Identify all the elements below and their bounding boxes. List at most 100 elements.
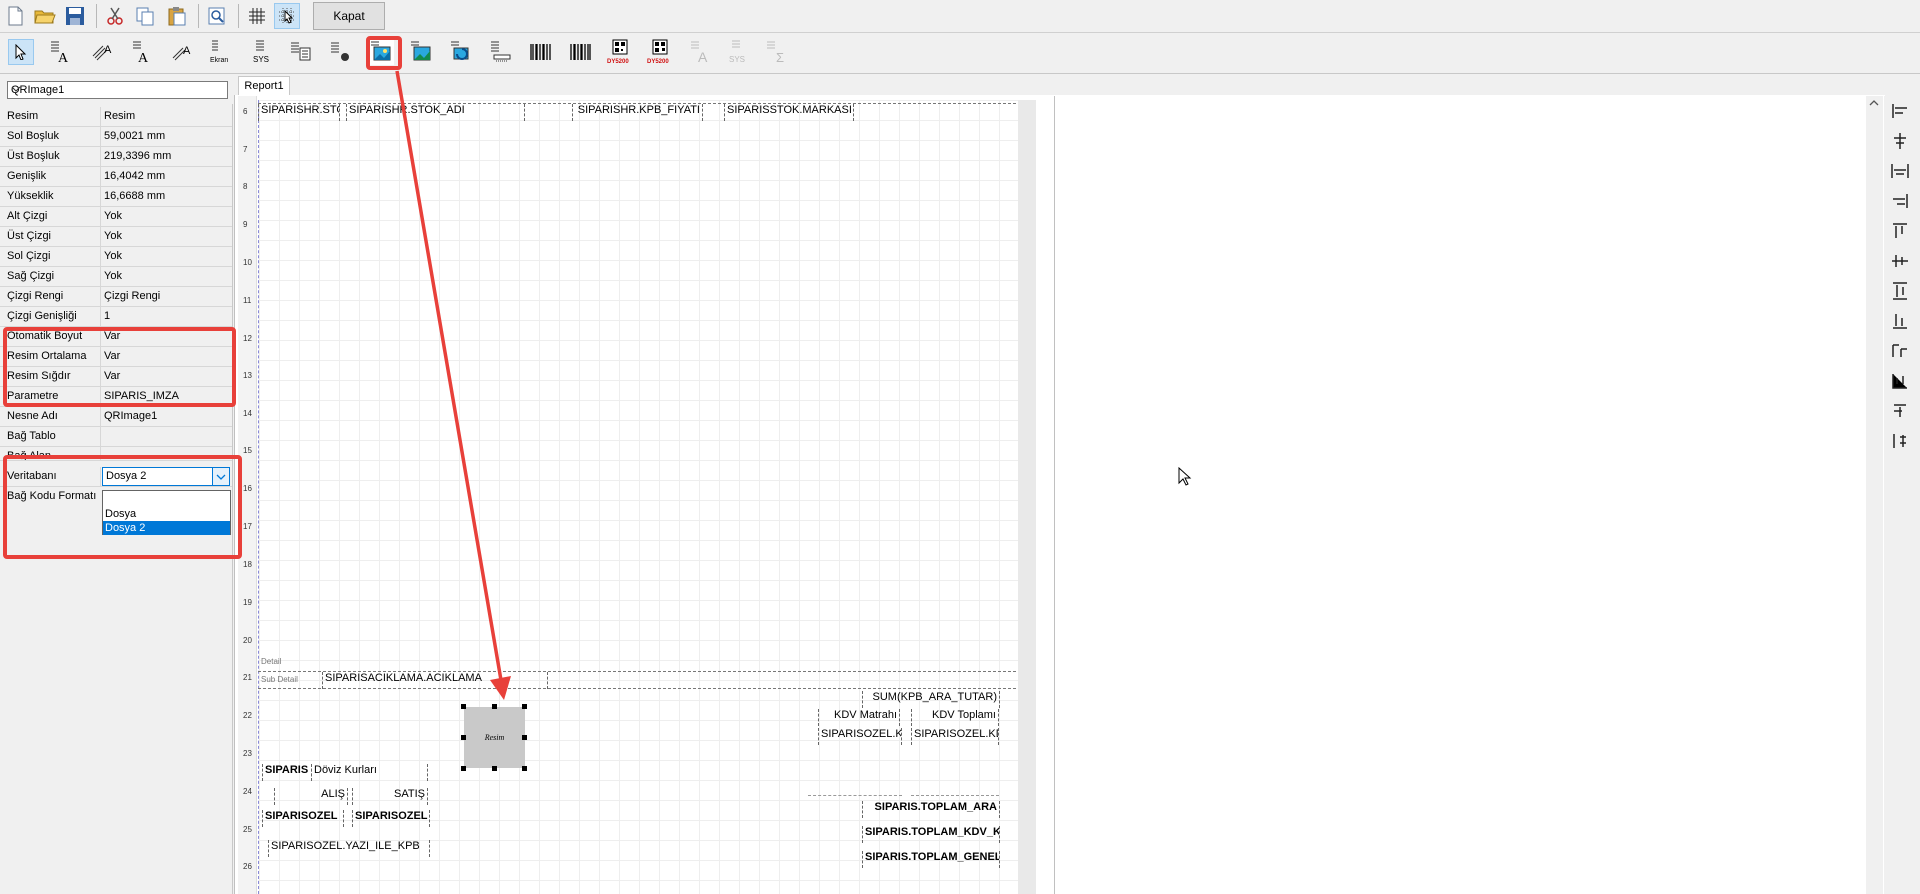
image-component[interactable]: Resim bbox=[464, 707, 525, 768]
center-vertical-icon[interactable] bbox=[1890, 431, 1910, 451]
property-value[interactable]: Resim bbox=[104, 107, 135, 126]
property-row[interactable]: Çizgi Rengi Çizgi Rengi bbox=[0, 287, 232, 307]
db-text-icon[interactable]: A bbox=[130, 39, 156, 65]
field-stok-kodu[interactable]: SIPARISHR.STO bbox=[258, 104, 340, 121]
property-row[interactable]: Sol Boşluk 59,0021 mm bbox=[0, 127, 232, 147]
expression-icon[interactable]: Ekran bbox=[208, 39, 236, 65]
property-value[interactable]: Yok bbox=[104, 267, 122, 286]
same-height-icon[interactable] bbox=[1890, 371, 1910, 391]
field-ozel-1[interactable]: SIPARISOZEL bbox=[262, 810, 344, 827]
property-row[interactable]: Genişlik 16,4042 mm bbox=[0, 167, 232, 187]
align-top-icon[interactable] bbox=[1890, 221, 1910, 241]
close-button[interactable]: Kapat bbox=[313, 2, 385, 30]
shape-icon[interactable] bbox=[488, 39, 514, 65]
field-alis[interactable]: ALIŞ bbox=[274, 788, 348, 805]
property-row[interactable]: Üst Boşluk 219,3396 mm bbox=[0, 147, 232, 167]
qr-code-icon[interactable]: DY5200 bbox=[606, 39, 634, 65]
resize-handle[interactable] bbox=[492, 704, 497, 709]
resize-handle[interactable] bbox=[461, 704, 466, 709]
db-image-icon[interactable] bbox=[408, 39, 434, 65]
space-vertical-icon[interactable] bbox=[1890, 281, 1910, 301]
property-value[interactable]: 219,3396 mm bbox=[104, 147, 171, 166]
label-icon[interactable]: A bbox=[48, 39, 74, 65]
field-siparis[interactable]: SIPARIS bbox=[262, 764, 312, 781]
vertical-scrollbar[interactable] bbox=[1866, 96, 1883, 894]
property-row[interactable]: Üst Çizgi Yok bbox=[0, 227, 232, 247]
property-row[interactable]: Bağ Tablo bbox=[0, 427, 232, 447]
field-kdv-matrahi[interactable]: KDV Matrahı bbox=[818, 709, 900, 726]
field-doviz-kurlari[interactable]: Döviz Kurları bbox=[311, 764, 428, 781]
property-value[interactable]: 16,4042 mm bbox=[104, 167, 165, 186]
open-folder-icon[interactable] bbox=[32, 3, 58, 29]
field-kpb-fiyati[interactable]: SIPARISHR.KPB_FIYATI bbox=[572, 104, 703, 121]
rotated-db-text-icon[interactable]: A bbox=[170, 39, 196, 65]
field-yazi-ile[interactable]: SIPARISOZEL.YAZI_ILE_KPB bbox=[268, 840, 430, 857]
preview-icon[interactable] bbox=[204, 3, 230, 29]
align-left-icon[interactable] bbox=[1890, 101, 1910, 121]
barcode-icon[interactable] bbox=[528, 39, 554, 65]
align-right-icon[interactable] bbox=[1890, 191, 1910, 211]
separator bbox=[198, 4, 199, 28]
field-satis[interactable]: SATIŞ bbox=[352, 788, 428, 805]
property-row[interactable]: Sol Çizgi Yok bbox=[0, 247, 232, 267]
property-value[interactable]: Yok bbox=[104, 247, 122, 266]
copy-icon[interactable] bbox=[132, 3, 158, 29]
resize-handle[interactable] bbox=[492, 766, 497, 771]
resize-handle[interactable] bbox=[522, 735, 527, 740]
grid-icon[interactable] bbox=[244, 3, 270, 29]
property-value[interactable]: 16,6688 mm bbox=[104, 187, 165, 206]
field-ozel-2[interactable]: SIPARISOZEL bbox=[352, 810, 430, 827]
property-key: Sol Boşluk bbox=[0, 127, 101, 146]
same-width-icon[interactable] bbox=[1890, 341, 1910, 361]
property-value[interactable]: 59,0021 mm bbox=[104, 127, 165, 146]
property-value[interactable]: Çizgi Rengi bbox=[104, 287, 160, 306]
cut-icon[interactable] bbox=[102, 3, 128, 29]
property-row[interactable]: Sağ Çizgi Yok bbox=[0, 267, 232, 287]
alignment-toolbar bbox=[1884, 96, 1920, 894]
field-ozel-kd-2[interactable]: SIPARISOZEL.KD bbox=[911, 728, 999, 745]
refresh-image-icon[interactable] bbox=[448, 39, 474, 65]
align-center-h-icon[interactable] bbox=[1890, 131, 1910, 151]
pointer-icon[interactable] bbox=[8, 39, 34, 65]
resize-handle[interactable] bbox=[522, 766, 527, 771]
resize-handle[interactable] bbox=[461, 766, 466, 771]
property-value[interactable]: Yok bbox=[104, 207, 122, 226]
center-horizontal-icon[interactable] bbox=[1890, 401, 1910, 421]
align-bottom-icon[interactable] bbox=[1890, 311, 1910, 331]
field-toplam-genel[interactable]: SIPARIS.TOPLAM_GENEL bbox=[862, 851, 1000, 868]
rich-text-icon[interactable] bbox=[328, 39, 354, 65]
rotated-label-icon[interactable]: A bbox=[90, 39, 116, 65]
field-kdv-toplami[interactable]: KDV Toplamı bbox=[911, 709, 999, 726]
field-aciklama[interactable]: SIPARISACIKLAMA.ACIKLAMA bbox=[322, 672, 548, 689]
field-stok-adi[interactable]: SIPARISHR.STOK_ADI bbox=[346, 104, 525, 121]
sys-data-icon[interactable]: SYS bbox=[250, 39, 278, 65]
new-file-icon[interactable] bbox=[2, 3, 28, 29]
field-toplam-ara[interactable]: SIPARIS.TOPLAM_ARA bbox=[862, 801, 1000, 818]
field-stok-markasi[interactable]: SIPARISSTOK.MARKASI bbox=[724, 104, 854, 121]
paste-icon[interactable] bbox=[164, 3, 190, 29]
field-toplam-kdv[interactable]: SIPARIS.TOPLAM_KDV_K bbox=[862, 826, 1000, 843]
svg-text:A: A bbox=[138, 51, 149, 64]
scroll-up-icon[interactable] bbox=[1866, 96, 1883, 110]
tab-report[interactable]: Report1 bbox=[238, 76, 290, 96]
property-row[interactable]: Alt Çizgi Yok bbox=[0, 207, 232, 227]
property-value[interactable]: Yok bbox=[104, 227, 122, 246]
resize-handle[interactable] bbox=[522, 704, 527, 709]
save-icon[interactable] bbox=[62, 3, 88, 29]
object-selector[interactable]: QRImage1 bbox=[7, 81, 228, 99]
space-horizontal-icon[interactable] bbox=[1890, 161, 1910, 181]
field-ozel-kd-1[interactable]: SIPARISOZEL.KD bbox=[818, 728, 902, 745]
field-sum-ara-tutar[interactable]: SUM(KPB_ARA_TUTAR) bbox=[862, 691, 1000, 708]
snap-grid-icon[interactable] bbox=[274, 3, 300, 29]
memo-icon[interactable] bbox=[288, 39, 314, 65]
qr-code2-icon[interactable]: DY5200 bbox=[646, 39, 674, 65]
property-value[interactable]: QRImage1 bbox=[104, 407, 157, 426]
align-middle-icon[interactable] bbox=[1890, 251, 1910, 271]
property-row[interactable]: Çizgi Genişliği 1 bbox=[0, 307, 232, 327]
property-row[interactable]: Yükseklik 16,6688 mm bbox=[0, 187, 232, 207]
property-row[interactable]: Nesne Adı QRImage1 bbox=[0, 407, 232, 427]
property-value[interactable]: 1 bbox=[104, 307, 110, 326]
property-row[interactable]: Resim Resim bbox=[0, 107, 232, 127]
barcode2-icon[interactable] bbox=[568, 39, 594, 65]
resize-handle[interactable] bbox=[461, 735, 466, 740]
